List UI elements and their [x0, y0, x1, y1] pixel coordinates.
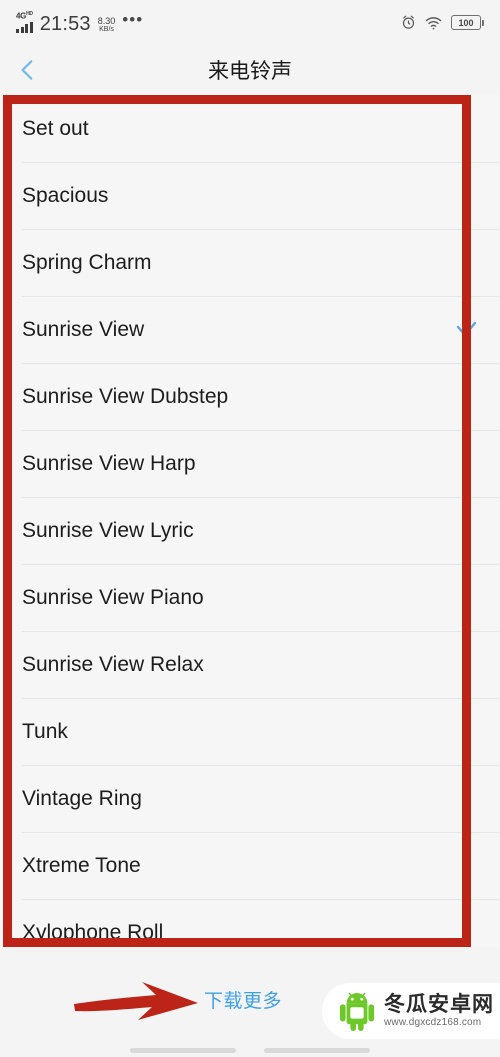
navigation-bar-hints — [0, 1048, 500, 1053]
download-more-link[interactable]: 下载更多 — [204, 986, 282, 1013]
bottom-bar: 下载更多 冬瓜安卓网 www.dgxcdz168.com — [0, 947, 500, 1057]
phone-screen: 4GHD 21:53 8.30 KB/s ••• 100 来电铃声 Set ou… — [0, 0, 500, 1057]
status-bar-right: 100 — [401, 15, 484, 30]
title-bar: 来电铃声 — [0, 45, 500, 95]
network-speed-value: 8.30 — [97, 16, 116, 27]
ringtone-list-scroll[interactable]: Set out Spacious Spring Charm Sunrise View S… — [0, 95, 500, 947]
ringtone-label: Set out — [22, 116, 89, 140]
watermark-site-name: 冬瓜安卓网 — [384, 993, 494, 1017]
ringtone-label: Xylophone Roll — [22, 920, 164, 944]
ringtone-list: Set out Spacious Spring Charm Sunrise View S… — [0, 95, 500, 947]
chevron-left-icon — [15, 57, 41, 83]
battery-cap — [482, 19, 484, 26]
ringtone-label: Spring Charm — [22, 250, 152, 274]
ringtone-row[interactable]: Sunrise View — [0, 296, 500, 363]
battery-icon: 100 — [451, 15, 484, 30]
ringtone-row[interactable]: Sunrise View Piano — [0, 564, 500, 631]
ringtone-row[interactable]: Sunrise View Relax — [0, 631, 500, 698]
notification-overflow-icon: ••• — [122, 9, 144, 29]
signal-strength-icon: 4GHD — [16, 12, 33, 33]
ringtone-label: Xtreme Tone — [22, 853, 141, 877]
ringtone-row[interactable]: Xylophone Roll — [0, 899, 500, 947]
ringtone-row[interactable]: Vintage Ring — [0, 765, 500, 832]
status-bar-left: 4GHD 21:53 8.30 KB/s ••• — [16, 9, 144, 35]
nav-hint-right — [264, 1048, 370, 1053]
ringtone-label: Sunrise View Harp — [22, 451, 196, 475]
network-speed-indicator: 8.30 KB/s — [97, 16, 116, 34]
ringtone-row[interactable]: Tunk — [0, 698, 500, 765]
battery-level-label: 100 — [451, 15, 481, 30]
ringtone-row[interactable]: Set out — [0, 95, 500, 162]
network-suffix-label: HD — [26, 11, 33, 18]
watermark: 冬瓜安卓网 www.dgxcdz168.com — [322, 983, 500, 1039]
watermark-site-url: www.dgxcdz168.com — [384, 1016, 482, 1028]
page-title: 来电铃声 — [208, 60, 292, 83]
ringtone-row[interactable]: Xtreme Tone — [0, 832, 500, 899]
ringtone-label: Sunrise View — [22, 317, 145, 341]
network-type-label: 4G — [16, 11, 27, 21]
ringtone-label: Vintage Ring — [22, 786, 142, 810]
ringtone-label: Sunrise View Piano — [22, 585, 204, 609]
nav-hint-left — [130, 1048, 236, 1053]
ringtone-label: Sunrise View Relax — [22, 652, 204, 676]
ringtone-row[interactable]: Sunrise View Dubstep — [0, 363, 500, 430]
ringtone-row[interactable]: Sunrise View Lyric — [0, 497, 500, 564]
ringtone-label: Spacious — [22, 183, 109, 207]
status-bar-clock: 21:53 — [39, 12, 91, 35]
ringtone-row[interactable]: Spring Charm — [0, 229, 500, 296]
network-speed-unit: KB/s — [99, 26, 114, 34]
ringtone-label: Tunk — [22, 719, 68, 743]
signal-bars-icon — [16, 21, 33, 33]
wifi-icon — [425, 16, 442, 30]
ringtone-label: Sunrise View Lyric — [22, 518, 194, 542]
android-mascot-icon — [338, 991, 376, 1031]
ringtone-label: Sunrise View Dubstep — [22, 384, 229, 408]
checkmark-icon — [454, 318, 478, 342]
status-bar: 4GHD 21:53 8.30 KB/s ••• 100 — [0, 0, 500, 45]
ringtone-row[interactable]: Sunrise View Harp — [0, 430, 500, 497]
ringtone-row[interactable]: Spacious — [0, 162, 500, 229]
back-button[interactable] — [0, 45, 56, 95]
alarm-clock-icon — [401, 15, 416, 30]
watermark-text: 冬瓜安卓网 www.dgxcdz168.com — [384, 993, 494, 1028]
